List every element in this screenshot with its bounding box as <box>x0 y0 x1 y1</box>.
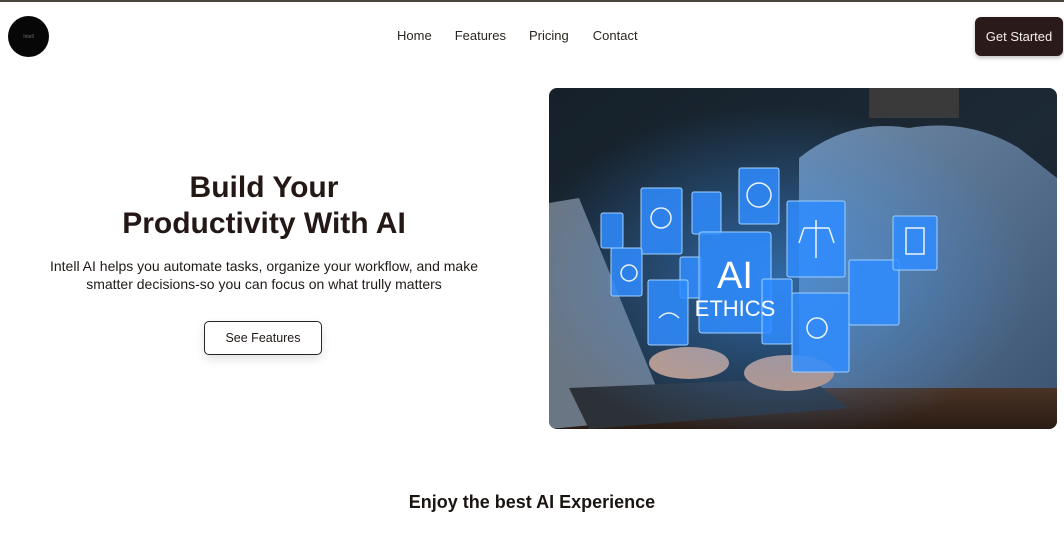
nav-item-pricing[interactable]: Pricing <box>529 28 569 43</box>
hero-description-line-2: smatter decisions-so you can focus on wh… <box>86 276 442 292</box>
section-title: Enjoy the best AI Experience <box>408 492 656 512</box>
hero-title-line-2: Productivity With AI <box>122 207 406 240</box>
get-started-button[interactable]: Get Started <box>975 17 1063 56</box>
ai-label: AI <box>717 255 753 297</box>
see-features-button[interactable]: See Features <box>204 321 322 355</box>
brand-logo-text: Intell <box>23 33 34 40</box>
nav-item-home[interactable]: Home <box>397 28 432 43</box>
ai-ethics-illustration: AI ETHICS <box>549 88 1057 429</box>
hero-image: AI ETHICS <box>549 88 1057 429</box>
site-header: Intell Home Features Pricing Contact Get… <box>0 2 1064 72</box>
brand-logo[interactable]: Intell <box>8 16 49 57</box>
hero-title-line-1: Build Your <box>189 171 339 204</box>
main-nav: Home Features Pricing Contact <box>397 28 638 43</box>
ethics-label: ETHICS <box>695 296 776 321</box>
nav-item-features[interactable]: Features <box>455 28 506 43</box>
nav-item-contact[interactable]: Contact <box>593 28 638 43</box>
hero-heading: Build Your Productivity With AI <box>0 170 528 242</box>
hero-description-line-1: Intell AI helps you automate tasks, orga… <box>49 258 478 274</box>
hero-description: Intell AI helps you automate tasks, orga… <box>0 257 528 293</box>
